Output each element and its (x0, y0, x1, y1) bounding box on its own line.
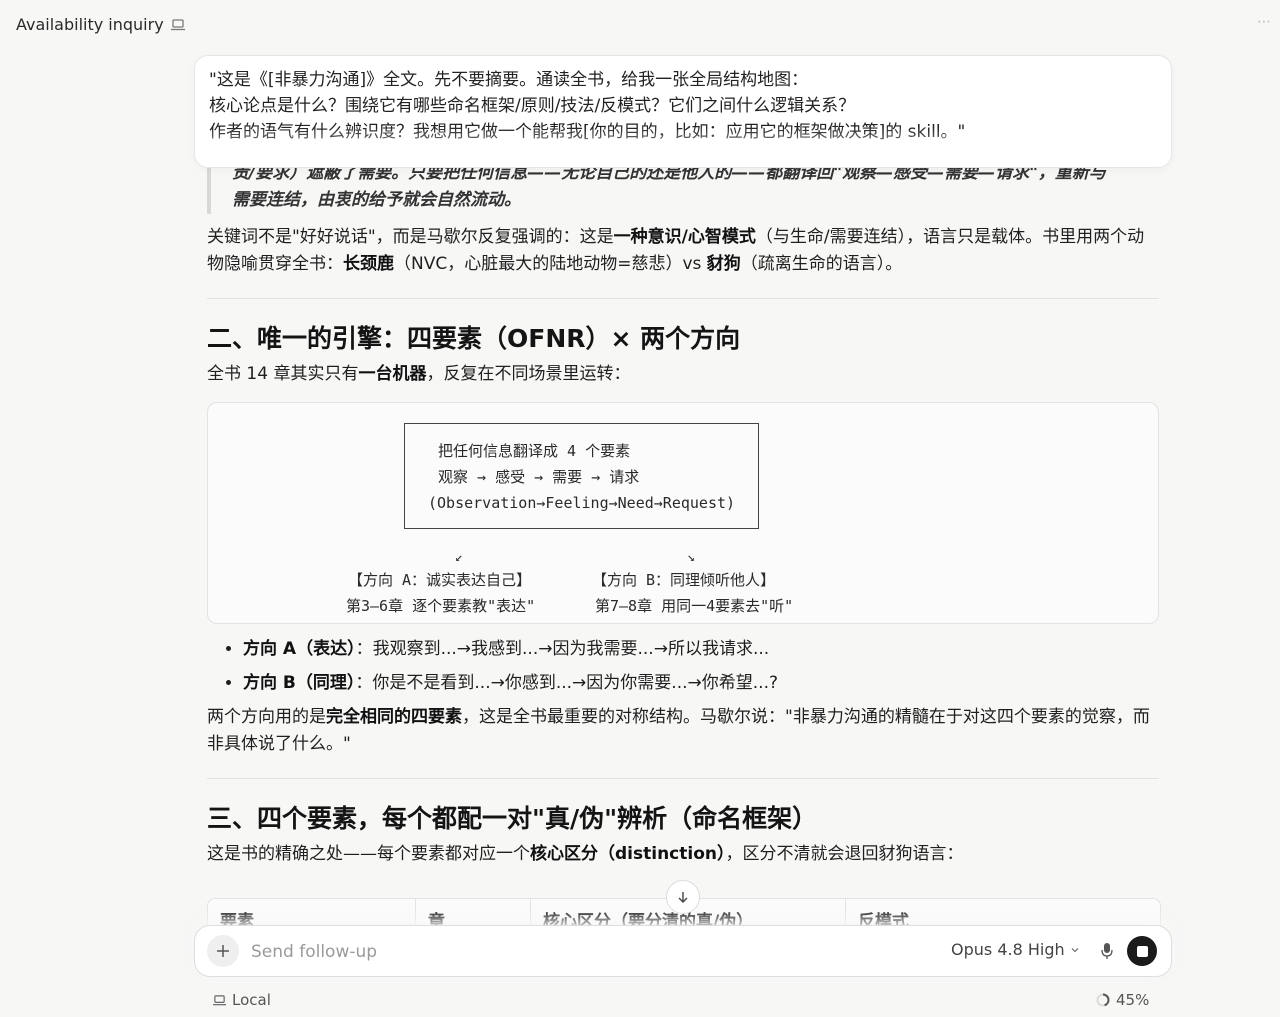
quote-line: 需要连结，由衷的给予就会自然流动。 (232, 190, 521, 210)
chevron-down-icon (1071, 947, 1079, 952)
bold-text: 长颈鹿 (343, 254, 394, 274)
laptop-icon (170, 17, 186, 31)
bold-text: 豺狗 (706, 254, 741, 274)
text-run: （NVC，心脏最大的陆地动物=慈悲）vs (394, 254, 707, 274)
plus-icon (217, 945, 229, 957)
list-item: 方向 A（表达）：我观察到...→我感到...→因为我需要...→所以我请求..… (243, 636, 1159, 663)
scroll-to-bottom-button[interactable] (666, 880, 700, 914)
prompt-fade (195, 127, 1171, 167)
text-run: ，反复在不同场景里运转： (426, 364, 631, 384)
microphone-icon (1101, 943, 1113, 959)
assistant-response: 责/要求）遮蔽了需要。只要把任何信息——无论自己的还是他人的——都翻译回"观察—… (207, 150, 1159, 868)
direction-b-subtitle: 第7–8章 用同一4要素去"听" (595, 597, 794, 615)
direction-b-title: 【方向 B：同理倾听他人】 (592, 571, 776, 589)
bold-text: 一台机器 (358, 364, 427, 384)
direction-a-title: 【方向 A：诚实表达自己】 (348, 571, 532, 589)
code-block-diagram: 把任何信息翻译成 4 个要素 观察 → 感受 → 需要 → 请求 (Observ… (207, 402, 1159, 624)
window-menu-icon[interactable]: ⋯ (1257, 14, 1272, 30)
microphone-button[interactable] (1097, 940, 1117, 962)
paragraph: 两个方向用的是完全相同的四要素，这是全书最重要的对称结构。马歇尔说："非暴力沟通… (207, 704, 1159, 758)
user-prompt-card[interactable]: "这是《[非暴力沟通]》全文。先不要摘要。通读全书，给我一张全局结构地图： 核心… (194, 55, 1172, 168)
bold-text: 核心区分（distinction） (530, 844, 726, 864)
environment-indicator[interactable]: Local (212, 991, 271, 1009)
text-run: （疏离生命的语言）。 (740, 254, 903, 274)
text-run: 全书 14 章其实只有 (207, 364, 359, 384)
text-run: 这是书的精确之处——每个要素都对应一个 (207, 844, 530, 864)
follow-up-input[interactable] (249, 937, 853, 967)
diagram-line: (Observation→Feeling→Need→Request) (428, 494, 736, 512)
window-title-text: Availability inquiry (16, 14, 164, 34)
bold-text: 方向 B（同理） (243, 673, 356, 693)
prompt-line: "这是《[非暴力沟通]》全文。先不要摘要。通读全书，给我一张全局结构地图： (209, 70, 809, 90)
text-run: 两个方向用的是 (207, 707, 326, 727)
paragraph: 关键词不是"好好说话"，而是马歇尔反复强调的：这是一种意识/心智模式（与生命/需… (207, 224, 1159, 278)
text-run: ：我观察到...→我感到...→因为我需要...→所以我请求... (355, 639, 770, 659)
add-attachment-button[interactable] (207, 935, 239, 967)
divider (207, 778, 1159, 779)
environment-label: Local (232, 991, 271, 1009)
bold-text: 方向 A（表达） (243, 639, 356, 659)
laptop-icon (213, 994, 226, 1005)
diagram-line: 观察 → 感受 → 需要 → 请求 (438, 468, 640, 486)
bold-text: 完全相同的四要素 (326, 707, 462, 727)
context-usage: 45% (1096, 991, 1149, 1009)
blockquote: 责/要求）遮蔽了需要。只要把任何信息——无论自己的还是他人的——都翻译回"观察—… (207, 160, 1159, 214)
direction-a-subtitle: 第3–6章 逐个要素教"表达" (346, 597, 536, 615)
paragraph: 这是书的精确之处——每个要素都对应一个核心区分（distinction），区分不… (207, 841, 1159, 868)
arrow-down-icon (678, 892, 688, 903)
text-run: 关键词不是"好好说话"，而是马歇尔反复强调的：这是 (207, 227, 614, 247)
model-label: Opus 4.8 High (951, 940, 1065, 959)
divider (207, 298, 1159, 299)
section-heading: 三、四个要素，每个都配一对"真/伪"辨析（命名框架） (207, 804, 818, 833)
stop-icon (1136, 945, 1148, 957)
diagram-line: 把任何信息翻译成 4 个要素 (438, 442, 631, 460)
paragraph: 全书 14 章其实只有一台机器，反复在不同场景里运转： (207, 361, 1159, 388)
bold-text: 一种意识/心智模式 (613, 227, 756, 247)
prompt-line: 核心论点是什么？围绕它有哪些命名框架/原则/技法/反模式？它们之间什么逻辑关系？ (209, 96, 856, 116)
composer: Opus 4.8 High (194, 925, 1172, 977)
progress-ring-icon (1096, 993, 1110, 1007)
window-title: Availability inquiry (16, 15, 186, 34)
text-run: ：你是不是看到...→你感到...→因为你需要...→你希望...? (355, 673, 778, 693)
section-heading: 二、唯一的引擎：四要素（OFNR）× 两个方向 (207, 324, 741, 353)
list-item: 方向 B（同理）：你是不是看到...→你感到...→因为你需要...→你希望..… (243, 670, 1159, 697)
context-usage-label: 45% (1116, 991, 1150, 1009)
bullet-list: 方向 A（表达）：我观察到...→我感到...→因为我需要...→所以我请求..… (207, 636, 1159, 697)
text-run: ，区分不清就会退回豺狗语言： (725, 844, 964, 864)
model-selector[interactable]: Opus 4.8 High (951, 940, 1080, 959)
stop-button[interactable] (1127, 936, 1157, 966)
top-bar: Availability inquiry ⋯ (0, 0, 1280, 48)
